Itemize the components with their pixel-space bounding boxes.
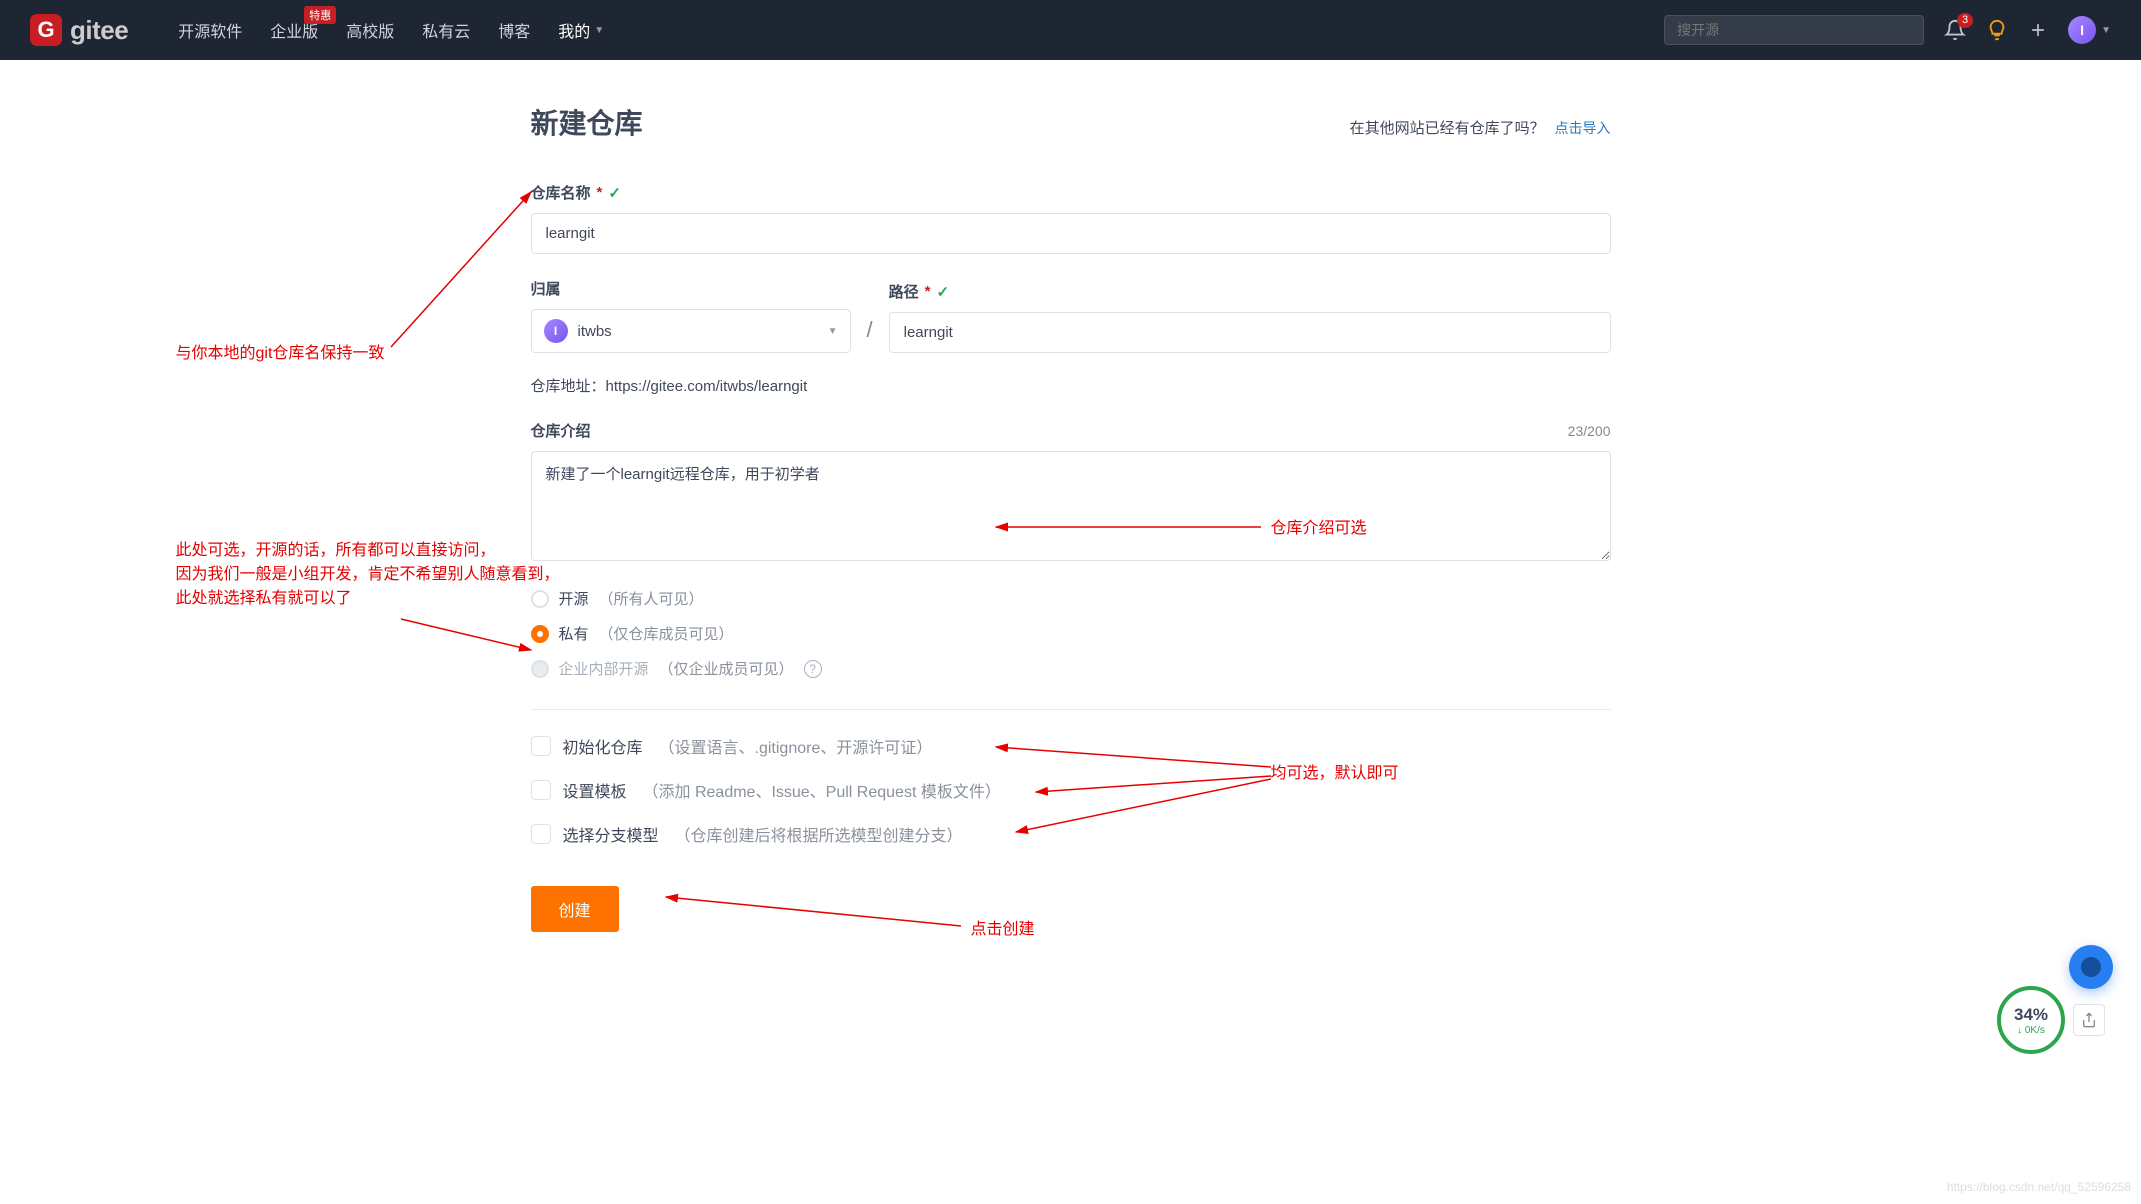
main-header: G gitee 开源软件 企业版 特惠 高校版 私有云 博客 我的 ▼ 3 I …	[0, 0, 2141, 60]
visibility-enterprise-label: 企业内部开源	[559, 658, 649, 679]
repo-name-group: 仓库名称 * ✓	[531, 182, 1611, 254]
arrow-2	[401, 617, 541, 657]
radio-icon	[531, 590, 549, 608]
user-menu[interactable]: I ▼	[2068, 16, 2111, 44]
logo-text: gitee	[70, 15, 128, 46]
required-star-icon: *	[597, 184, 603, 201]
visibility-open-label: 开源	[559, 588, 589, 609]
nav-enterprise[interactable]: 企业版 特惠	[270, 18, 318, 42]
logo-icon: G	[30, 14, 62, 46]
visibility-private-hint: （仅仓库成员可见）	[599, 623, 734, 644]
nav-private-cloud[interactable]: 私有云	[422, 18, 470, 42]
init-repo-hint: （设置语言、.gitignore、开源许可证）	[659, 734, 933, 758]
divider	[531, 709, 1611, 710]
template-checkbox[interactable]: 设置模板 （添加 Readme、Issue、Pull Request 模板文件）	[531, 778, 1611, 802]
header-right: 3 I ▼	[1664, 15, 2111, 45]
page-title: 新建仓库	[531, 102, 643, 142]
branch-checkbox[interactable]: 选择分支模型 （仓库创建后将根据所选模型创建分支）	[531, 822, 1611, 846]
template-label: 设置模板	[563, 778, 627, 802]
nav-mine-label: 我的	[558, 18, 590, 42]
help-icon[interactable]: ?	[804, 660, 822, 678]
main-container: 新建仓库 在其他网站已经有仓库了吗？ 点击导入 仓库名称 * ✓ 归属 I it…	[531, 62, 1611, 992]
required-star-icon: *	[925, 283, 931, 300]
notification-count: 3	[1957, 13, 1973, 28]
enterprise-badge: 特惠	[304, 6, 336, 24]
branch-hint: （仓库创建后将根据所选模型创建分支）	[675, 822, 963, 846]
nav-mine[interactable]: 我的 ▼	[558, 18, 604, 42]
checkbox-icon	[531, 736, 551, 756]
template-hint: （添加 Readme、Issue、Pull Request 模板文件）	[643, 778, 1001, 802]
create-button[interactable]: 创建	[531, 886, 619, 932]
intro-group: 仓库介绍 23/200	[531, 420, 1611, 564]
visibility-enterprise-hint: （仅企业成员可见）	[659, 658, 794, 679]
annotation-2-line1: 此处可选，开源的话，所有都可以直接访问，	[176, 539, 560, 563]
options-group: 初始化仓库 （设置语言、.gitignore、开源许可证） 设置模板 （添加 R…	[531, 734, 1611, 846]
avatar: I	[2068, 16, 2096, 44]
init-repo-checkbox[interactable]: 初始化仓库 （设置语言、.gitignore、开源许可证）	[531, 734, 1611, 758]
perf-gauge[interactable]: 34% ↓ 0K/s	[1997, 986, 2065, 1054]
path-separator: /	[867, 317, 873, 353]
owner-avatar: I	[544, 319, 568, 343]
watermark: https://blog.csdn.net/qq_52596258	[1947, 1180, 2131, 1194]
init-repo-label: 初始化仓库	[563, 734, 643, 758]
import-link[interactable]: 点击导入	[1555, 120, 1611, 136]
annotation-2: 此处可选，开源的话，所有都可以直接访问， 因为我们一般是小组开发，肯定不希望别人…	[176, 539, 560, 611]
chevron-down-icon: ▼	[828, 326, 838, 337]
bubble-inner-icon	[2081, 957, 2101, 977]
bulb-icon[interactable]	[1986, 19, 2008, 41]
branch-label: 选择分支模型	[563, 822, 659, 846]
radio-selected-icon	[531, 625, 549, 643]
chevron-down-icon: ▼	[2101, 25, 2111, 36]
check-icon: ✓	[608, 184, 621, 202]
plus-icon[interactable]	[2028, 20, 2048, 40]
annotation-2-line2: 因为我们一般是小组开发，肯定不希望别人随意看到，	[176, 563, 560, 587]
page-header: 新建仓库 在其他网站已经有仓库了吗？ 点击导入	[531, 102, 1611, 142]
share-icon[interactable]	[2073, 1004, 2105, 1036]
intro-textarea[interactable]	[531, 451, 1611, 561]
repo-name-label: 仓库名称	[531, 182, 591, 203]
nav-campus[interactable]: 高校版	[346, 18, 394, 42]
repo-url-value: https://gitee.com/itwbs/learngit	[606, 378, 808, 395]
char-count: 23/200	[1568, 423, 1611, 439]
search-input[interactable]	[1664, 15, 1924, 45]
owner-select[interactable]: I itwbs ▼	[531, 309, 851, 353]
annotation-2-line3: 此处就选择私有就可以了	[176, 587, 560, 611]
import-prompt: 在其他网站已经有仓库了吗？	[1350, 120, 1545, 137]
visibility-enterprise: 企业内部开源 （仅企业成员可见） ?	[531, 658, 1611, 679]
visibility-private[interactable]: 私有 （仅仓库成员可见）	[531, 623, 1611, 644]
chevron-down-icon: ▼	[594, 25, 604, 36]
floating-bubble[interactable]	[2069, 945, 2113, 989]
checkbox-icon	[531, 824, 551, 844]
visibility-private-label: 私有	[559, 623, 589, 644]
intro-label: 仓库介绍	[531, 420, 591, 441]
visibility-open[interactable]: 开源 （所有人可见）	[531, 588, 1611, 609]
repo-name-input[interactable]	[531, 213, 1611, 254]
path-input[interactable]	[889, 312, 1611, 353]
repo-url-label: 仓库地址：	[531, 378, 606, 395]
perf-percent: 34%	[2014, 1005, 2048, 1025]
performance-widget: 34% ↓ 0K/s	[1997, 986, 2105, 1054]
nav-opensource[interactable]: 开源软件	[178, 18, 242, 42]
main-nav: 开源软件 企业版 特惠 高校版 私有云 博客 我的 ▼	[178, 18, 1664, 42]
checkbox-icon	[531, 780, 551, 800]
visibility-open-hint: （所有人可见）	[599, 588, 704, 609]
annotation-1: 与你本地的git仓库名保持一致	[176, 342, 385, 366]
perf-speed: ↓ 0K/s	[2017, 1025, 2045, 1036]
path-label: 路径	[889, 281, 919, 302]
arrow-1	[391, 182, 551, 352]
owner-label: 归属	[531, 278, 561, 299]
owner-path-row: 归属 I itwbs ▼ / 路径 * ✓	[531, 278, 1611, 353]
owner-name: itwbs	[578, 323, 612, 340]
radio-disabled-icon	[531, 660, 549, 678]
logo[interactable]: G gitee	[30, 14, 128, 46]
check-icon: ✓	[936, 283, 949, 301]
nav-blog[interactable]: 博客	[498, 18, 530, 42]
notification-icon[interactable]: 3	[1944, 19, 1966, 41]
visibility-group: 开源 （所有人可见） 私有 （仅仓库成员可见） 企业内部开源 （仅企业成员可见）…	[531, 588, 1611, 679]
repo-url-display: 仓库地址：https://gitee.com/itwbs/learngit	[531, 375, 1611, 396]
